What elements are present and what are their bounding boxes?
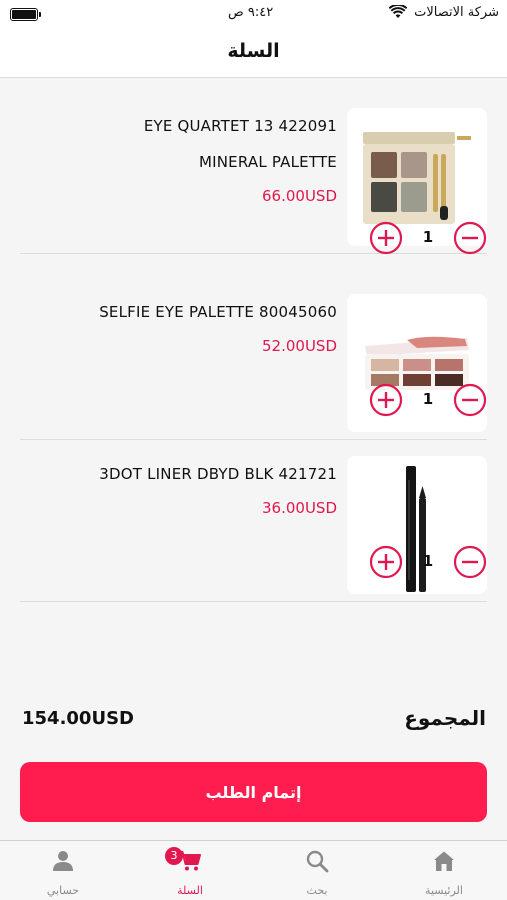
item-name-line2: MINERAL PALETTE [199, 153, 337, 171]
tab-label: حسابي [46, 884, 80, 897]
cart-badge: 3 [165, 847, 183, 865]
quantity-value: 1 [422, 552, 434, 570]
total-label: المجموع [404, 706, 486, 730]
quantity-stepper: 1 [369, 383, 487, 417]
tab-account[interactable]: حسابي [0, 841, 126, 900]
increase-quantity-button[interactable] [369, 383, 403, 417]
item-name: 421721 3DOT LINER DBYD BLK [99, 465, 337, 483]
item-details: 422091 13 EYE QUARTET MINERAL PALETTE 66… [20, 108, 337, 208]
home-icon [434, 851, 454, 871]
clock: ٩:٤٢ ص [228, 5, 274, 20]
tab-bar: الرئيسية بحث 3 السلة حسابي [0, 840, 507, 900]
tab-label: السلة [177, 884, 203, 897]
quantity-stepper: 1 [369, 221, 487, 255]
quantity-stepper: 1 [369, 545, 487, 579]
item-price: 52.00USD [262, 337, 337, 355]
wifi-icon [389, 5, 407, 18]
battery-tip [39, 12, 41, 17]
checkout-button[interactable]: إتمام الطلب [20, 762, 487, 822]
cart-item: 422091 13 EYE QUARTET MINERAL PALETTE 66… [20, 92, 487, 255]
item-name: 422091 13 EYE QUARTET [143, 117, 337, 135]
user-icon [53, 851, 73, 871]
carrier-label: شركة الاتصالات [414, 5, 499, 20]
decrease-quantity-button[interactable] [453, 221, 487, 255]
tab-home[interactable]: الرئيسية [381, 841, 507, 900]
decrease-quantity-button[interactable] [453, 545, 487, 579]
cart-item: 421721 3DOT LINER DBYD BLK 36.00USD 1 [20, 440, 487, 602]
order-total: 154.00USD المجموع [22, 704, 486, 738]
quantity-value: 1 [422, 228, 434, 246]
tab-label: بحث [306, 884, 328, 897]
item-price: 36.00USD [262, 499, 337, 517]
battery-icon [10, 8, 38, 21]
decrease-quantity-button[interactable] [453, 383, 487, 417]
item-name: 80045060 SELFIE EYE PALETTE [99, 303, 337, 321]
item-details: 80045060 SELFIE EYE PALETTE 52.00USD [20, 294, 337, 358]
tab-search[interactable]: بحث [254, 841, 380, 900]
cart-item: 80045060 SELFIE EYE PALETTE 52.00USD 1 [20, 278, 487, 440]
page-title: السلة [227, 40, 280, 62]
tab-cart[interactable]: 3 السلة [127, 841, 253, 900]
navigation-bar: السلة [0, 30, 507, 78]
status-bar: شركة الاتصالات ٩:٤٢ ص [0, 0, 507, 30]
tab-label: الرئيسية [425, 884, 463, 897]
increase-quantity-button[interactable] [369, 221, 403, 255]
quantity-value: 1 [422, 390, 434, 408]
total-value: 154.00USD [22, 708, 134, 729]
item-price: 66.00USD [262, 187, 337, 205]
item-details: 421721 3DOT LINER DBYD BLK 36.00USD [20, 456, 337, 520]
search-icon [306, 850, 329, 873]
increase-quantity-button[interactable] [369, 545, 403, 579]
